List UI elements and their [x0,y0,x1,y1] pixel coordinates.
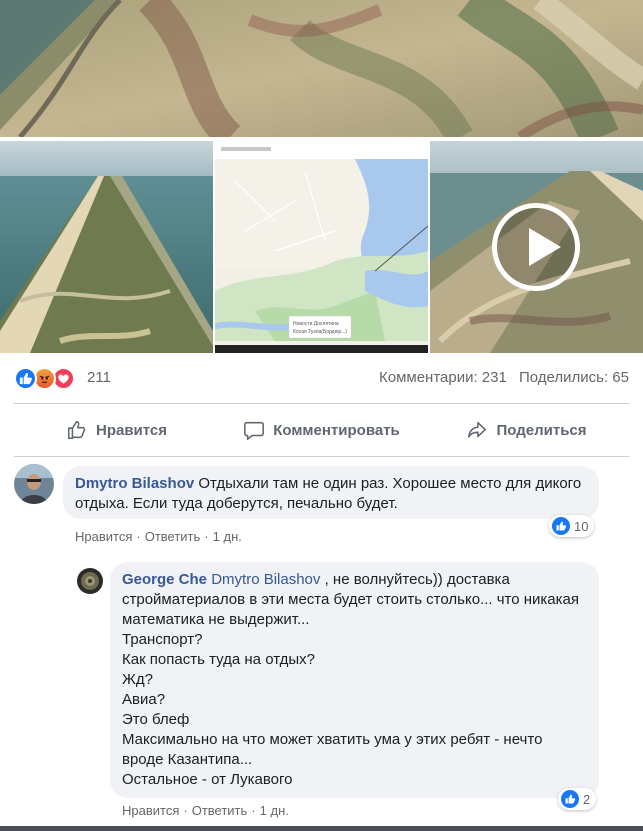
share-icon [468,421,487,438]
comment-button-label: Комментировать [273,421,400,439]
reply-reply-link[interactable]: Ответить [192,803,248,818]
avatar[interactable] [77,568,103,594]
reply-timestamp[interactable]: 1 дн. [260,803,289,818]
comment-reply-link[interactable]: Ответить [145,529,201,544]
shares-count[interactable]: Поделились: 65 [519,369,629,386]
post-action-bar: Нравится Комментировать Поделиться [14,412,629,448]
reply-first-paragraph: George Che Dmytro Bilashov , не волнуйте… [122,570,587,630]
comment-like-link[interactable]: Нравится [75,529,132,544]
post-photo-2[interactable] [0,141,213,353]
user-avatar-george [77,568,103,594]
post-photo-main[interactable] [0,0,643,137]
reply-text-line: Максимально на что может хватить ума у э… [122,731,543,768]
reaction-count[interactable]: 211 [87,369,111,386]
post-photo-map[interactable]: Новости Дохлятина Косая Тузла(Бордюр...) [215,141,428,353]
like-count-value: 2 [583,791,591,807]
reply-text-line: Это блеф [122,711,190,728]
like-button-label: Нравится [95,421,168,439]
reply-bubble: George Che Dmytro Bilashov , не волнуйте… [110,562,599,798]
aerial-photo-main [0,0,643,137]
comments-count[interactable]: Комментарии: 231 [379,369,507,386]
like-button[interactable]: Нравится [14,412,219,448]
map-caption-line2: Косая Тузла(Бордюр...) [293,329,347,335]
comment-meta: Нравится · Ответить · 1 дн. [75,529,242,544]
map-image: Новости Дохлятина Косая Тузла(Бордюр...) [215,141,428,353]
comment-bubble: Dmytro Bilashov Отдыхали там не один раз… [63,466,599,519]
divider [14,403,629,404]
comment-icon [244,421,265,440]
reply-text-line: Жд? [122,671,153,688]
aerial-photo-spit [0,141,213,353]
like-reaction-icon [552,517,570,535]
share-button[interactable]: Поделиться [424,412,629,448]
post-counters: Комментарии: 231 Поделились: 65 [371,369,629,386]
post-video-thumbnail[interactable] [430,141,643,353]
thumbs-up-icon [67,420,86,440]
comment-timestamp[interactable]: 1 дн. [213,529,242,544]
play-button-icon[interactable] [492,203,580,291]
map-caption-line1: Новости Дохлятина [293,321,339,327]
reply-text-line: Как попасть туда на отдых? [122,651,315,668]
like-reaction-icon [14,367,37,390]
comment-button[interactable]: Комментировать [219,412,424,448]
reply-text-line: Остальное - от Лукавого [122,771,293,788]
share-button-label: Поделиться [496,421,587,439]
reply-meta: Нравится · Ответить · 1 дн. [122,803,289,818]
user-avatar-dmytro [14,464,54,504]
reply-like-count[interactable]: 2 [558,788,597,810]
avatar[interactable] [14,464,54,504]
reply-text-line: Авиа? [122,691,166,708]
comment-author[interactable]: Dmytro Bilashov [75,475,194,492]
reply-text-line: Транспорт? [122,631,203,648]
like-count-value: 10 [574,518,589,534]
comment-like-count[interactable]: 10 [549,515,595,537]
reply-mention[interactable]: Dmytro Bilashov [211,571,320,588]
post-stats: 211 Комментарии: 231 Поделились: 65 [14,365,629,393]
like-reaction-icon [561,790,579,808]
reply-author[interactable]: George Che [122,571,207,588]
reply-like-link[interactable]: Нравится [122,803,179,818]
divider [14,456,629,457]
bottom-border [0,826,643,831]
